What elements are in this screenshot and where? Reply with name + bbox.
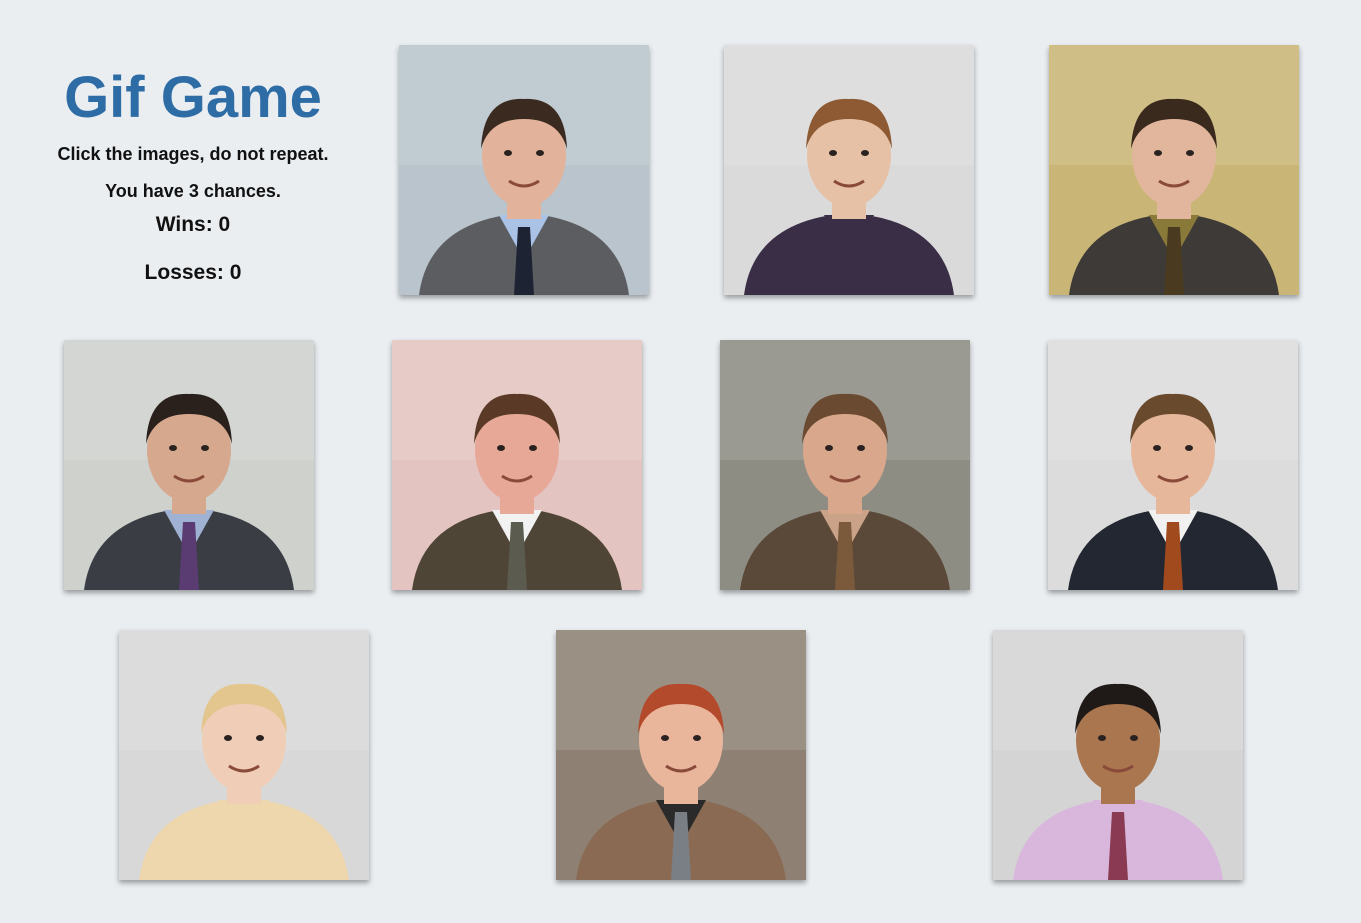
wins-counter: Wins: 0: [155, 213, 231, 236]
portrait-image: [993, 630, 1243, 880]
portrait-image: [724, 45, 974, 295]
portrait-image: [720, 340, 970, 590]
game-title: Gif Game: [64, 65, 322, 130]
chances-text: You have 3 chances.: [105, 181, 281, 201]
portrait-image: [64, 340, 314, 590]
game-info-panel: Gif Game Click the images, do not repeat…: [20, 60, 366, 285]
portrait-image: [119, 630, 369, 880]
portrait-image: [392, 340, 642, 590]
card-michael[interactable]: [64, 340, 314, 590]
portrait-image: [399, 45, 649, 295]
card-kevin[interactable]: [392, 340, 642, 590]
card-meredith[interactable]: [556, 630, 806, 880]
portrait-image: [556, 630, 806, 880]
losses-counter: Losses: 0: [144, 261, 242, 284]
portrait-image: [1049, 45, 1299, 295]
card-angela[interactable]: [119, 630, 369, 880]
card-andy[interactable]: [1048, 340, 1298, 590]
card-dwight[interactable]: [1049, 45, 1299, 295]
card-toby[interactable]: [720, 340, 970, 590]
instructions-text: Click the images, do not repeat.: [57, 144, 329, 164]
portrait-image: [1048, 340, 1298, 590]
card-jim[interactable]: [399, 45, 649, 295]
card-pam[interactable]: [724, 45, 974, 295]
card-oscar[interactable]: [993, 630, 1243, 880]
